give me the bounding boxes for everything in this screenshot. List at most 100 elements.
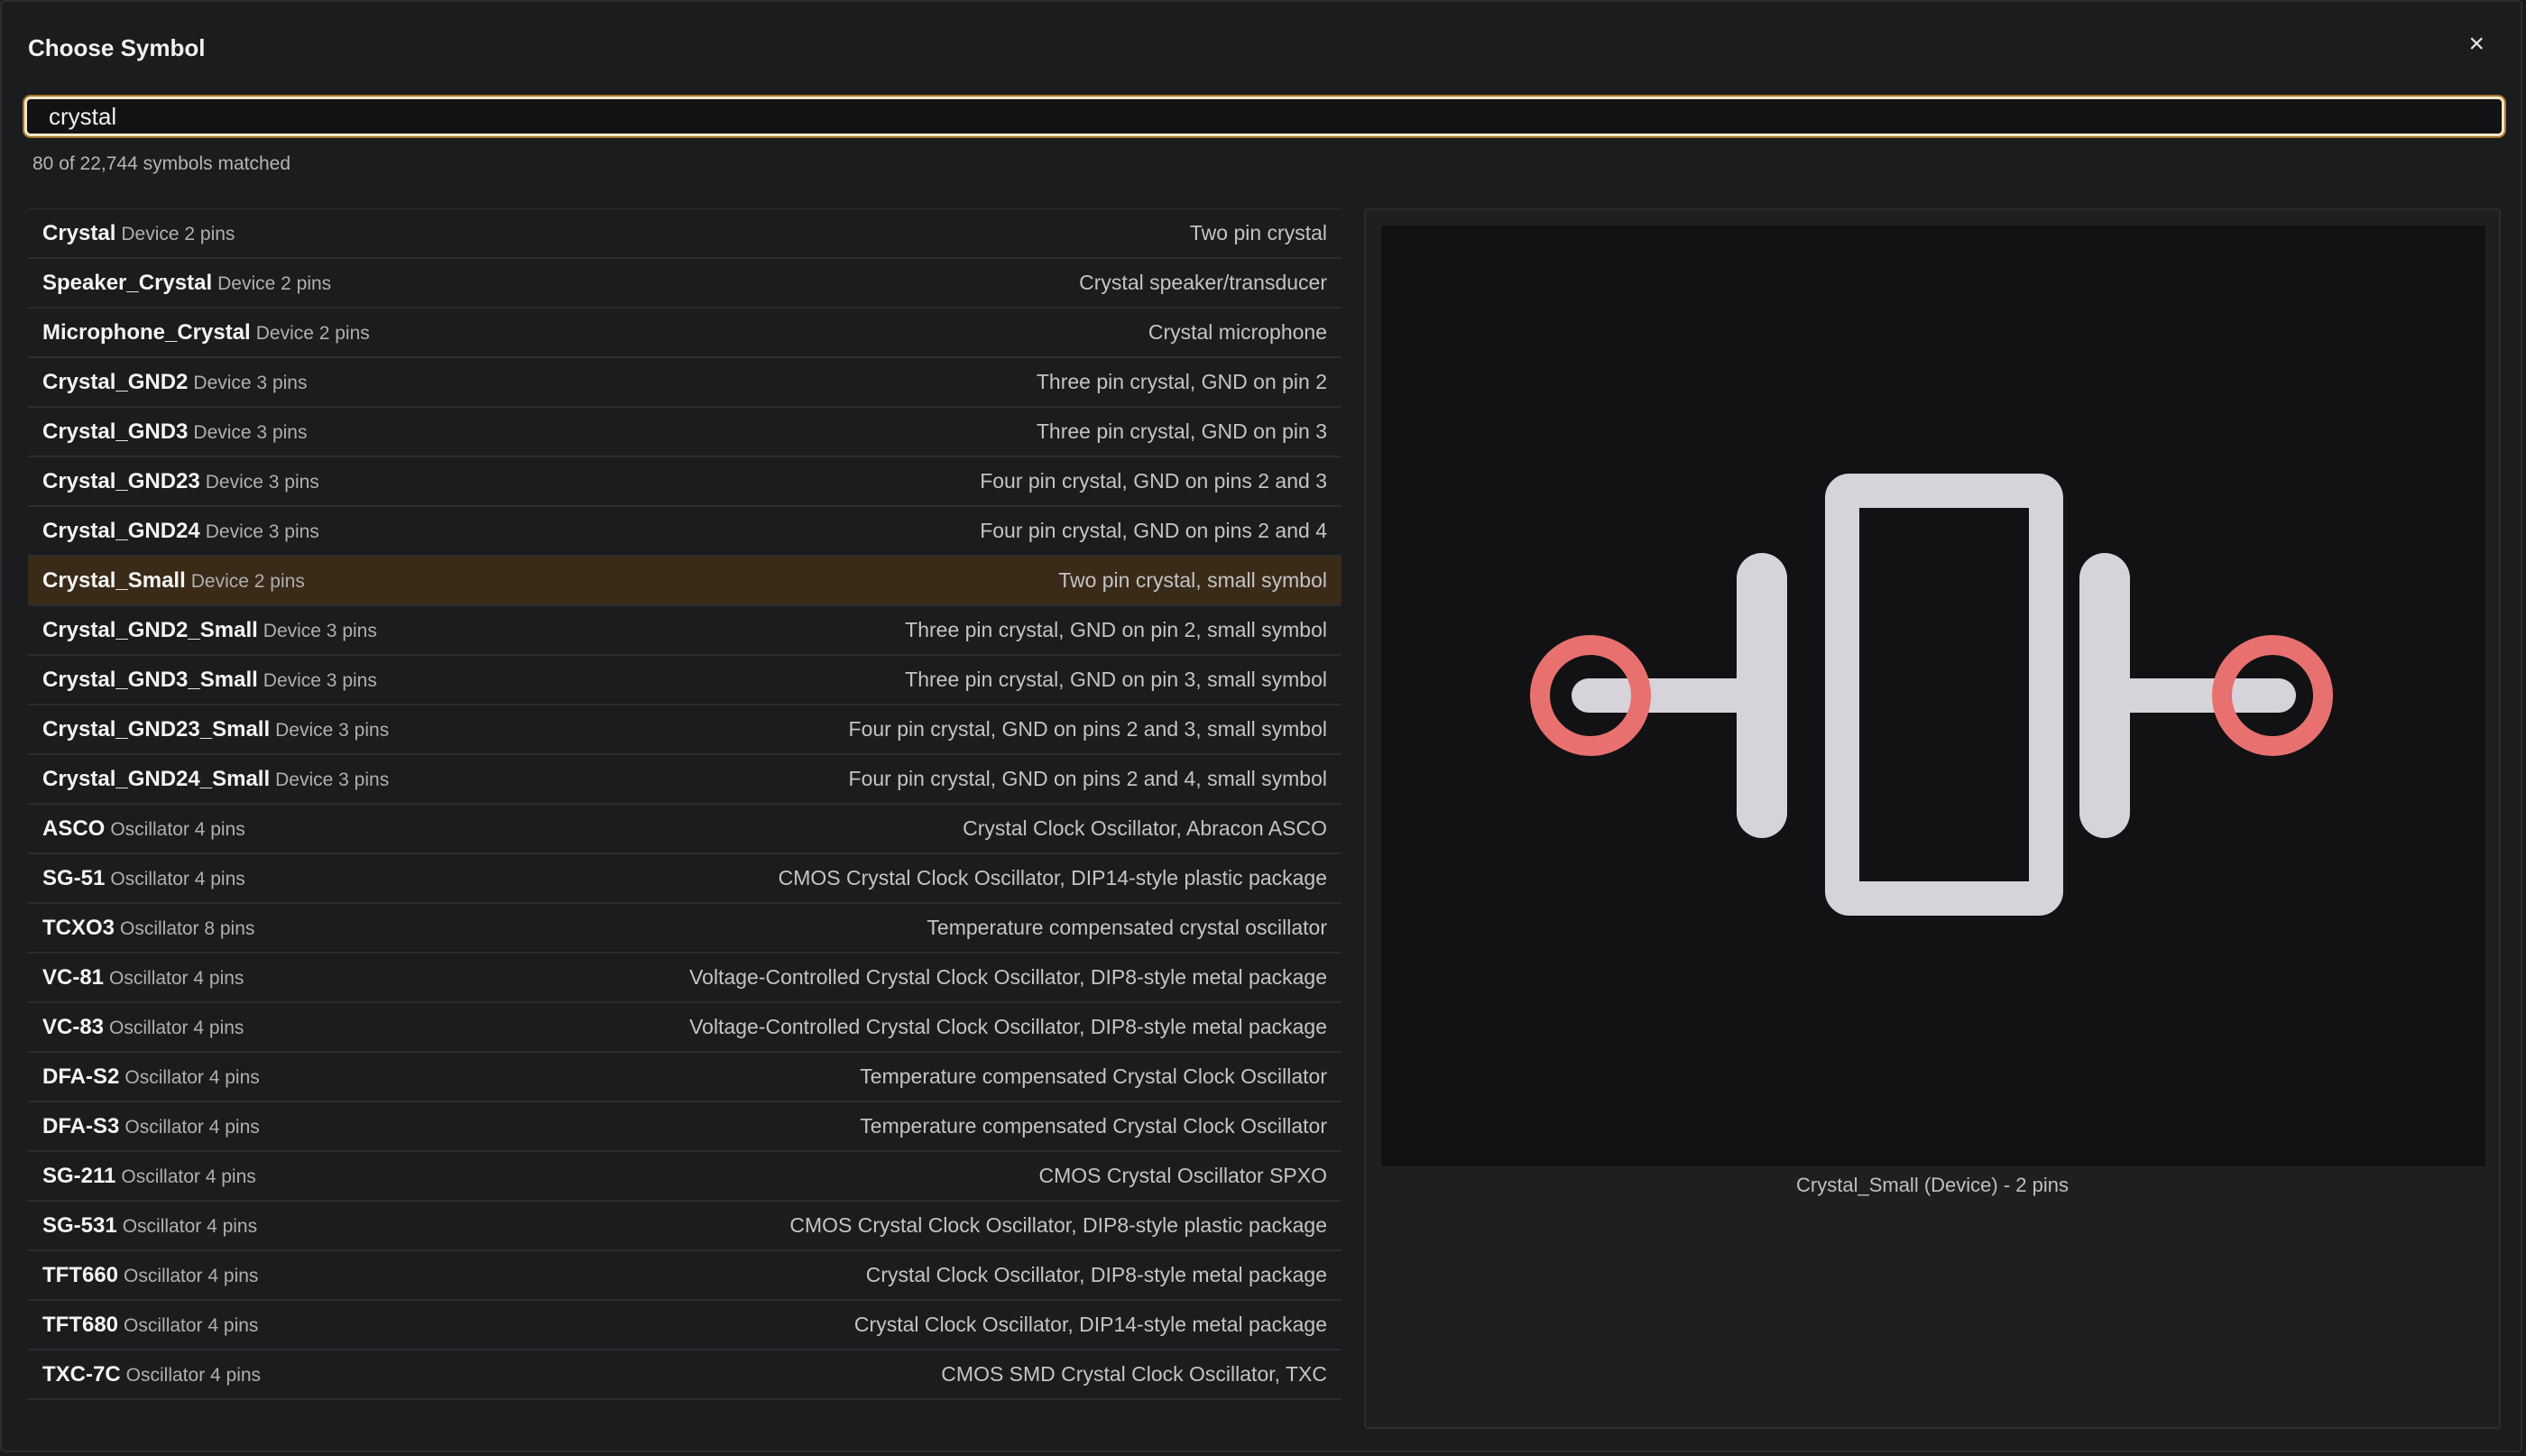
symbol-meta: Oscillator 4 pins — [109, 967, 244, 989]
symbol-description: Three pin crystal, GND on pin 3 — [1036, 419, 1327, 443]
symbol-name: Crystal_GND23_Small — [42, 716, 271, 742]
symbol-description: Crystal Clock Oscillator, Abracon ASCO — [963, 816, 1327, 840]
symbol-meta: Device 3 pins — [193, 372, 308, 393]
symbol-description: Temperature compensated Crystal Clock Os… — [860, 1114, 1327, 1138]
symbol-name: DFA-S3 — [42, 1113, 120, 1138]
symbol-row[interactable]: Crystal_GND23 Device 3 pins Four pin cryst… — [28, 457, 1341, 507]
symbol-name: TFT680 — [42, 1312, 119, 1337]
symbol-meta: Device 3 pins — [263, 669, 377, 691]
symbol-name: Crystal_GND3_Small — [42, 667, 258, 692]
symbol-row-left: ASCO Oscillator 4 pins — [42, 816, 245, 842]
symbol-row[interactable]: TFT660 Oscillator 4 pins Crystal Clock Osc… — [28, 1251, 1341, 1301]
symbol-name: Crystal_GND23 — [42, 468, 200, 493]
symbol-description: Crystal speaker/transducer — [1079, 271, 1327, 294]
symbol-row[interactable]: SG-51 Oscillator 4 pins CMOS Crystal Clock… — [28, 854, 1341, 904]
symbol-row[interactable]: Speaker_Crystal Device 2 pins Crystal spea… — [28, 259, 1341, 309]
symbol-name: VC-81 — [42, 964, 105, 990]
symbol-row[interactable]: ASCO Oscillator 4 pins Crystal Clock Oscil… — [28, 805, 1341, 854]
symbol-row-left: SG-531 Oscillator 4 pins — [42, 1213, 257, 1239]
symbol-name: Crystal_GND2 — [42, 369, 189, 394]
symbol-row[interactable]: DFA-S3 Oscillator 4 pins Temperature compe… — [28, 1102, 1341, 1152]
symbol-meta: Oscillator 4 pins — [110, 818, 245, 840]
preview-caption: Crystal_Small (Device) - 2 pins — [1796, 1174, 2069, 1196]
symbol-list: Crystal Device 2 pins Two pin crystal Speak… — [28, 208, 1341, 1400]
symbol-row[interactable]: SG-211 Oscillator 4 pins CMOS Crystal Osci… — [28, 1152, 1341, 1202]
symbol-description: Four pin crystal, GND on pins 2 and 4, s… — [848, 767, 1327, 790]
symbol-row[interactable]: DFA-S2 Oscillator 4 pins Temperature compe… — [28, 1053, 1341, 1102]
symbol-name: DFA-S2 — [42, 1064, 120, 1089]
symbol-name: Crystal_GND2_Small — [42, 617, 258, 642]
symbol-row[interactable]: TCXO3 Oscillator 8 pins Temperature compen… — [28, 904, 1341, 954]
symbol-row-left: Crystal_GND24 Device 3 pins — [42, 519, 319, 544]
symbol-name: Crystal_Small — [42, 567, 186, 593]
result-count: 80 of 22,744 symbols matched — [32, 153, 291, 174]
symbol-meta: Device 3 pins — [205, 521, 319, 542]
symbol-meta: Device 2 pins — [255, 322, 370, 344]
symbol-row[interactable]: SG-531 Oscillator 4 pins CMOS Crystal Cloc… — [28, 1202, 1341, 1251]
symbol-name: VC-83 — [42, 1014, 105, 1039]
symbol-row[interactable]: Crystal_GND2 Device 3 pins Three pin cryst… — [28, 358, 1341, 408]
symbol-row[interactable]: VC-81 Oscillator 4 pins Voltage-Controlled… — [28, 954, 1341, 1003]
symbol-row[interactable]: VC-83 Oscillator 4 pins Voltage-Controlled… — [28, 1003, 1341, 1053]
symbol-meta: Device 3 pins — [275, 769, 390, 790]
symbol-name: Crystal — [42, 220, 116, 245]
symbol-meta: Device 3 pins — [263, 620, 377, 641]
symbol-row-left: VC-83 Oscillator 4 pins — [42, 1015, 244, 1040]
symbol-row-left: Crystal Device 2 pins — [42, 221, 235, 246]
symbol-description: Four pin crystal, GND on pins 2 and 3 — [980, 469, 1327, 493]
symbol-row[interactable]: Crystal_GND3 Device 3 pins Three pin cryst… — [28, 408, 1341, 457]
close-icon[interactable]: × — [2468, 31, 2485, 58]
dialog-title: Choose Symbol — [28, 34, 206, 61]
symbol-meta: Oscillator 4 pins — [122, 1215, 258, 1237]
symbol-row-left: TFT680 Oscillator 4 pins — [42, 1313, 258, 1338]
symbol-name: Microphone_Crystal — [42, 319, 251, 345]
symbol-row-left: Crystal_GND3 Device 3 pins — [42, 419, 307, 445]
symbol-row[interactable]: Crystal_GND23_Small Device 3 pins Four pin… — [28, 705, 1341, 755]
symbol-row[interactable]: TFT680 Oscillator 4 pins Crystal Clock Osc… — [28, 1301, 1341, 1350]
symbol-row[interactable]: Crystal_GND24_Small Device 3 pins Four pin… — [28, 755, 1341, 805]
symbol-name: SG-211 — [42, 1163, 116, 1188]
symbol-name: TCXO3 — [42, 915, 115, 940]
symbol-meta: Device 3 pins — [205, 471, 319, 493]
symbol-name: SG-51 — [42, 865, 106, 890]
symbol-row[interactable]: TXC-7C Oscillator 4 pins CMOS SMD Crystal … — [28, 1350, 1341, 1400]
symbol-meta: Oscillator 4 pins — [121, 1166, 256, 1187]
symbol-row-left: VC-81 Oscillator 4 pins — [42, 965, 244, 991]
search-input[interactable] — [24, 97, 2504, 136]
symbol-meta: Oscillator 4 pins — [124, 1265, 259, 1286]
symbol-row-left: Crystal_Small Device 2 pins — [42, 568, 305, 594]
symbol-description: CMOS Crystal Clock Oscillator, DIP14-sty… — [778, 866, 1327, 889]
symbol-row-left: SG-51 Oscillator 4 pins — [42, 866, 245, 891]
symbol-row-left: Crystal_GND2_Small Device 3 pins — [42, 618, 377, 643]
symbol-name: TFT660 — [42, 1262, 119, 1287]
symbol-meta: Device 2 pins — [217, 272, 332, 294]
symbol-meta: Device 2 pins — [190, 570, 305, 592]
symbol-description: CMOS Crystal Oscillator SPXO — [1038, 1164, 1328, 1187]
symbol-description: Three pin crystal, GND on pin 3, small s… — [905, 668, 1327, 691]
symbol-row-left: Microphone_Crystal Device 2 pins — [42, 320, 370, 346]
symbol-row[interactable]: Microphone_Crystal Device 2 pins Crystal m… — [28, 309, 1341, 358]
symbol-row[interactable]: Crystal_Small Device 2 pins Two pin crysta… — [28, 557, 1341, 606]
preview-panel: Crystal_Small (Device) - 2 pins — [1364, 208, 2501, 1429]
symbol-row-left: TXC-7C Oscillator 4 pins — [42, 1362, 261, 1387]
symbol-name: SG-531 — [42, 1212, 117, 1238]
symbol-row-left: DFA-S3 Oscillator 4 pins — [42, 1114, 260, 1139]
symbol-description: CMOS SMD Crystal Clock Oscillator, TXC — [941, 1362, 1327, 1386]
symbol-row[interactable]: Crystal_GND2_Small Device 3 pins Three pin… — [28, 606, 1341, 656]
symbol-description: Temperature compensated crystal oscillat… — [927, 916, 1327, 939]
symbol-description: Three pin crystal, GND on pin 2, small s… — [905, 618, 1327, 641]
symbol-row-left: DFA-S2 Oscillator 4 pins — [42, 1064, 260, 1090]
symbol-row[interactable]: Crystal Device 2 pins Two pin crystal — [28, 209, 1341, 259]
symbol-meta: Device 3 pins — [193, 421, 308, 443]
symbol-meta: Oscillator 4 pins — [110, 868, 245, 889]
symbol-name: TXC-7C — [42, 1361, 121, 1387]
symbol-row-left: Crystal_GND23 Device 3 pins — [42, 469, 319, 494]
symbol-description: Three pin crystal, GND on pin 2 — [1036, 370, 1327, 393]
symbol-row-left: TCXO3 Oscillator 8 pins — [42, 916, 254, 941]
symbol-description: Voltage-Controlled Crystal Clock Oscilla… — [689, 965, 1327, 989]
symbol-description: Crystal microphone — [1148, 320, 1327, 344]
symbol-row[interactable]: Crystal_GND3_Small Device 3 pins Three pin… — [28, 656, 1341, 705]
symbol-meta: Oscillator 8 pins — [120, 917, 255, 939]
symbol-row-left: Crystal_GND2 Device 3 pins — [42, 370, 307, 395]
symbol-row[interactable]: Crystal_GND24 Device 3 pins Four pin cryst… — [28, 507, 1341, 557]
